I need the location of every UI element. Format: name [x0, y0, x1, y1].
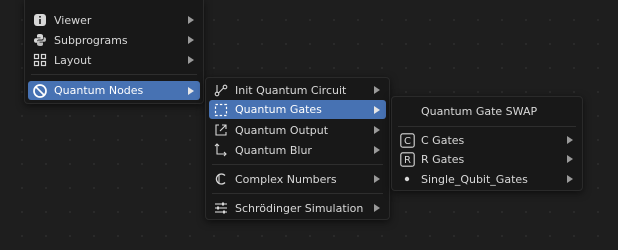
menu-item-quantum-gates[interactable]: Quantum Gates [209, 100, 386, 119]
svg-text:R: R [404, 155, 411, 166]
submenu-arrow-icon [372, 204, 382, 212]
quantum-nodes-submenu: Init Quantum Circuit Quantum Gates Quant… [205, 77, 390, 220]
menu-separator [398, 126, 576, 127]
python-icon [32, 32, 48, 48]
menu-separator [31, 74, 197, 75]
submenu-arrow-icon [565, 155, 575, 163]
menu-item-quantum-blur[interactable]: Quantum Blur [209, 141, 386, 159]
viewer-icon [32, 12, 48, 28]
submenu-arrow-icon [186, 86, 196, 95]
menu-item-label: Init Quantum Circuit [235, 83, 347, 97]
menu-item-layout[interactable]: Layout [28, 51, 200, 69]
submenu-arrow-icon [186, 56, 196, 64]
menu-item-label: Layout [54, 53, 92, 67]
menu-item-subprograms[interactable]: Subprograms [28, 31, 200, 49]
menu-item-label: Quantum Output [235, 123, 329, 137]
menu-item-viewer[interactable]: Viewer [28, 11, 200, 29]
sliders-icon [213, 200, 229, 216]
submenu-arrow-icon [372, 86, 382, 94]
output-icon [213, 122, 229, 138]
dot-icon [399, 171, 415, 187]
menu-item-label: Quantum Gate SWAP [421, 104, 538, 118]
menu-item-label: Quantum Gates [235, 103, 322, 116]
boxed-c-icon: C [399, 132, 415, 148]
menu-item-init-quantum-circuit[interactable]: Init Quantum Circuit [209, 81, 386, 99]
menu-item-label: Quantum Blur [235, 143, 312, 157]
svg-text:C: C [404, 136, 411, 147]
menu-item-quantum-gate-swap[interactable]: Quantum Gate SWAP [395, 102, 579, 120]
menu-item-label: Complex Numbers [235, 172, 337, 186]
menu-item-label: Quantum Nodes [54, 84, 144, 97]
menu-item-label: Single_Qubit_Gates [421, 172, 528, 186]
menu-separator [212, 164, 383, 165]
menu-item-label: C Gates [421, 133, 465, 147]
blur-icon [213, 142, 229, 158]
submenu-arrow-icon [372, 126, 382, 134]
submenu-arrow-icon [565, 136, 575, 144]
submenu-arrow-icon [372, 105, 382, 114]
menu-item-label: Viewer [54, 13, 92, 27]
submenu-arrow-icon [372, 175, 382, 183]
menu-item-quantum-nodes[interactable]: Quantum Nodes [28, 81, 200, 100]
submenu-arrow-icon [186, 16, 196, 24]
menu-item-c-gates[interactable]: C C Gates [395, 131, 579, 149]
menu-item-single-qubit-gates[interactable]: Single_Qubit_Gates [395, 170, 579, 188]
menu-item-label: Subprograms [54, 33, 128, 47]
menu-item-label: Schrödinger Simulation [235, 201, 364, 215]
quantum-gates-submenu: Quantum Gate SWAP C C Gates R R Gates Si… [391, 96, 583, 191]
init-circuit-icon [213, 82, 229, 98]
quantum-nodes-icon [32, 83, 48, 99]
menu-separator [212, 193, 383, 194]
complex-c-icon [213, 171, 229, 187]
submenu-arrow-icon [372, 146, 382, 154]
selection-box-icon [213, 102, 229, 118]
boxed-r-icon: R [399, 151, 415, 167]
menu-item-label: R Gates [421, 152, 465, 166]
menu-item-quantum-output[interactable]: Quantum Output [209, 121, 386, 139]
menu-item-complex-numbers[interactable]: Complex Numbers [209, 170, 386, 188]
main-menu: Viewer Subprograms Layout Quantum Nodes [24, 0, 204, 104]
layout-grid-icon [32, 52, 48, 68]
submenu-arrow-icon [186, 36, 196, 44]
menu-item-schrodinger-simulation[interactable]: Schrödinger Simulation [209, 199, 386, 217]
menu-item-r-gates[interactable]: R R Gates [395, 150, 579, 168]
blank-icon [399, 103, 415, 119]
submenu-arrow-icon [565, 175, 575, 183]
